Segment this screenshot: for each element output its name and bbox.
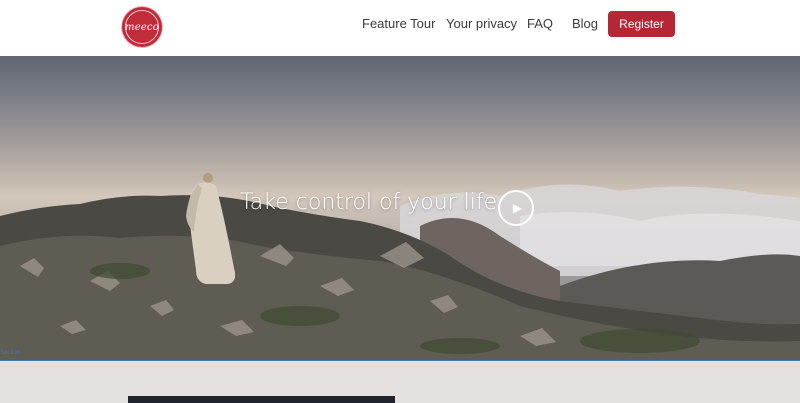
- hero-bottom-border: [0, 360, 800, 361]
- meeco-logo[interactable]: meeco: [122, 7, 162, 47]
- section-tag: Section: [0, 350, 21, 356]
- register-button[interactable]: Register: [608, 11, 675, 37]
- play-video-button[interactable]: ▶: [498, 190, 534, 226]
- logo-text: meeco: [125, 21, 159, 33]
- nav-blog[interactable]: Blog: [572, 16, 598, 31]
- hero-section: Take control of your life ▶ Section: [0, 56, 800, 361]
- nav-your-privacy[interactable]: Your privacy: [446, 16, 517, 31]
- play-icon: ▶: [512, 201, 523, 215]
- nav-feature-tour[interactable]: Feature Tour: [362, 16, 435, 31]
- content-image-thumbnail: [128, 396, 395, 403]
- site-header: meeco Feature Tour Your privacy FAQ Blog…: [0, 0, 800, 56]
- hero-title: Take control of your life: [240, 190, 498, 215]
- nav-faq[interactable]: FAQ: [527, 16, 553, 31]
